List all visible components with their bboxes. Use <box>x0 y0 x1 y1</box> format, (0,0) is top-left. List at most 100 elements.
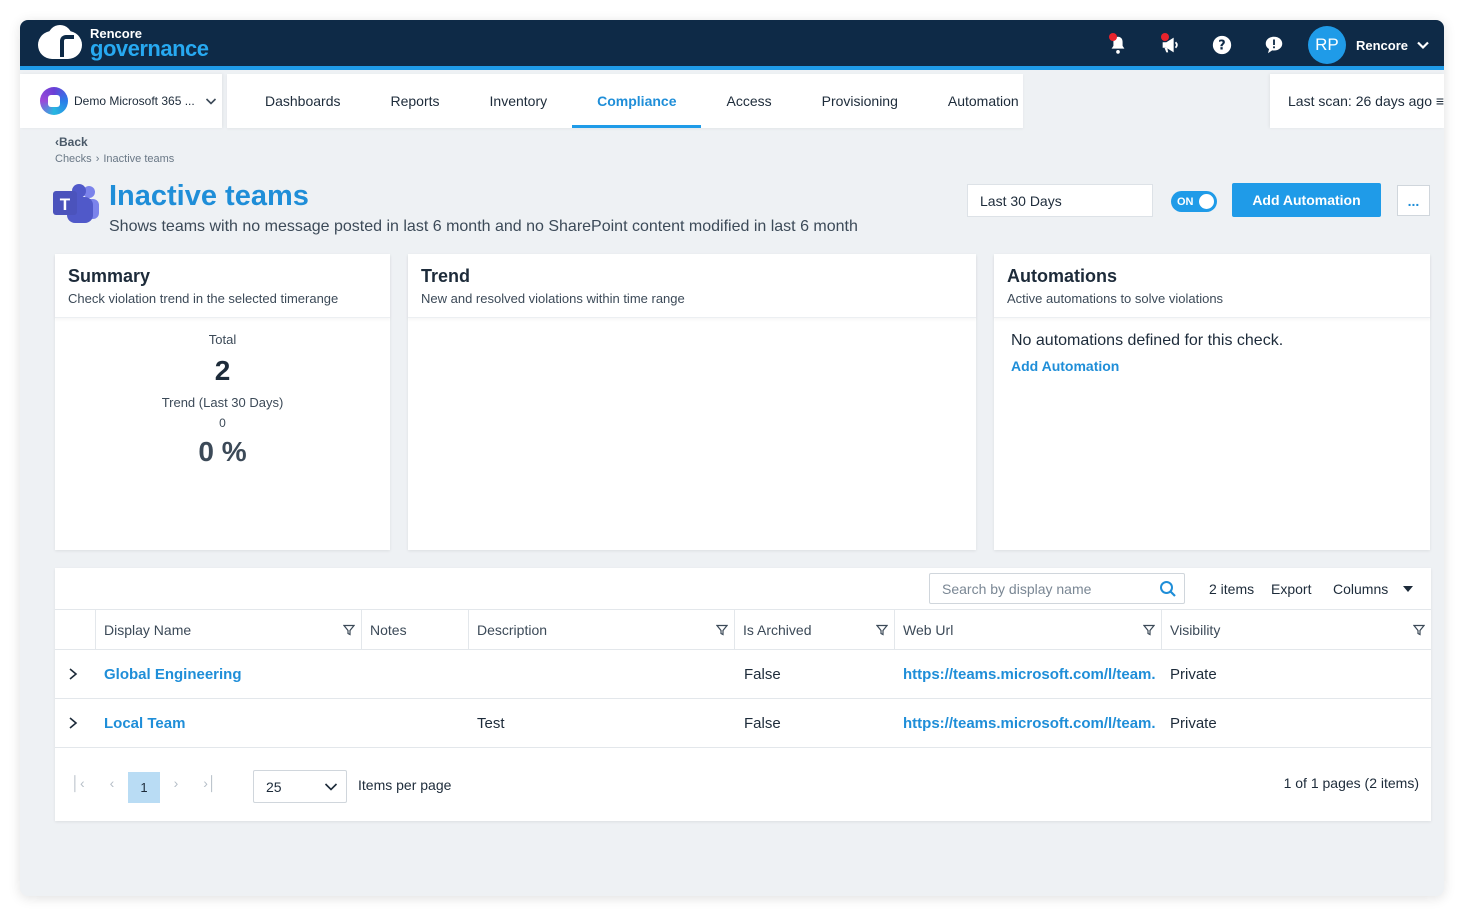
column-label: Display Name <box>104 622 192 638</box>
main-tabs: Dashboards Reports Inventory Compliance … <box>227 74 1023 128</box>
chevron-down-icon[interactable] <box>1403 586 1413 592</box>
pagination: │‹ ‹ 1 › ›│ 25 Items per page 1 of 1 pag… <box>55 748 1431 821</box>
filter-icon[interactable] <box>1143 624 1155 636</box>
description-cell: Test <box>477 715 505 732</box>
tab-inventory[interactable]: Inventory <box>465 74 573 128</box>
visibility-cell: Private <box>1170 715 1217 732</box>
column-label: Description <box>477 622 548 638</box>
page-size-select[interactable]: 25 <box>253 770 347 803</box>
summary-card: Summary Check violation trend in the sel… <box>55 254 390 550</box>
display-name-cell[interactable]: Global Engineering <box>104 650 354 699</box>
filter-icon[interactable] <box>716 624 728 636</box>
rencore-logo-icon <box>38 25 86 61</box>
feedback-icon <box>1265 36 1283 54</box>
column-label: Is Archived <box>743 622 812 638</box>
page-size-value: 25 <box>266 778 282 795</box>
chevron-right-icon[interactable] <box>67 716 79 730</box>
table-toolbar: Search by display name 2 items Export Co… <box>55 568 1431 610</box>
notifications-button[interactable] <box>1092 20 1144 70</box>
automations-subtitle: Active automations to solve violations <box>1007 291 1224 306</box>
table-row[interactable]: Local Team Test False https://teams.micr… <box>55 699 1431 748</box>
column-description[interactable]: Description <box>469 610 735 650</box>
tenant-selector[interactable]: Demo Microsoft 365 ... <box>20 74 222 128</box>
expand-column <box>55 610 96 650</box>
notes-cell <box>370 699 460 748</box>
chevron-down-icon <box>205 98 216 105</box>
back-link[interactable]: ‹Back <box>55 135 88 149</box>
tab-access[interactable]: Access <box>701 74 796 128</box>
chevron-right-icon[interactable] <box>67 667 79 681</box>
first-page-button[interactable]: │‹ <box>68 773 88 793</box>
check-enabled-toggle[interactable]: ON <box>1171 191 1217 212</box>
column-display-name[interactable]: Display Name <box>96 610 362 650</box>
automations-title: Automations <box>1007 266 1117 286</box>
toggle-knob <box>1199 194 1214 209</box>
summary-subtitle: Check violation trend in the selected ti… <box>68 291 339 306</box>
tab-automation[interactable]: Automation <box>923 74 1044 128</box>
column-label: Web Url <box>903 622 954 638</box>
columns-button[interactable]: Columns <box>1333 581 1388 597</box>
column-web-url[interactable]: Web Url <box>895 610 1162 650</box>
help-button[interactable]: ? <box>1196 20 1248 70</box>
announcement-dot <box>1160 33 1169 41</box>
svg-text:?: ? <box>1218 39 1225 54</box>
visibility-cell: Private <box>1170 666 1217 683</box>
export-button[interactable]: Export <box>1271 581 1311 597</box>
next-page-button[interactable]: › <box>166 773 186 793</box>
last-scan-label: Last scan: <box>1288 93 1352 109</box>
page-title: Inactive teams <box>109 180 309 212</box>
trend-value: 0 <box>219 416 226 430</box>
chevron-down-icon <box>324 783 338 791</box>
column-visibility[interactable]: Visibility <box>1162 610 1431 650</box>
tab-reports[interactable]: Reports <box>366 74 465 128</box>
back-label: Back <box>59 135 88 149</box>
violations-table-panel: Search by display name 2 items Export Co… <box>55 568 1431 821</box>
avatar[interactable]: RP <box>1307 26 1346 64</box>
more-actions-button[interactable]: ... <box>1397 185 1430 216</box>
breadcrumb-checks[interactable]: Checks <box>55 153 92 165</box>
last-scan-value: 26 days ago <box>1355 93 1433 109</box>
nav-bar: Demo Microsoft 365 ... Dashboards Report… <box>20 74 1444 130</box>
tab-provisioning[interactable]: Provisioning <box>797 74 923 128</box>
trend-label: Trend (Last 30 Days) <box>161 395 284 410</box>
display-name-cell[interactable]: Local Team <box>104 699 354 748</box>
feedback-button[interactable] <box>1248 20 1300 70</box>
app-window: Rencore governance ? RP Rencore Demo Mic… <box>20 20 1444 896</box>
tab-dashboards[interactable]: Dashboards <box>240 74 366 128</box>
add-automation-button[interactable]: Add Automation <box>1232 183 1381 217</box>
last-page-button[interactable]: ›│ <box>200 773 220 793</box>
last-scan: Last scan: 26 days ago ≡ <box>1270 74 1444 128</box>
filter-icon[interactable] <box>876 624 888 636</box>
notes-cell <box>370 650 460 699</box>
column-label: Notes <box>370 622 407 638</box>
search-input[interactable]: Search by display name <box>929 573 1185 604</box>
column-notes[interactable]: Notes <box>362 610 469 650</box>
column-label: Visibility <box>1170 622 1221 638</box>
time-range-select[interactable]: Last 30 Days <box>967 184 1153 217</box>
page-subtitle: Shows teams with no message posted in la… <box>109 218 858 235</box>
table-row[interactable]: Global Engineering False https://teams.m… <box>55 650 1431 699</box>
web-url-cell[interactable]: https://teams.microsoft.com/l/team... <box>903 650 1155 699</box>
toggle-label: ON <box>1177 195 1194 208</box>
announcements-button[interactable] <box>1144 20 1196 70</box>
column-is-archived[interactable]: Is Archived <box>735 610 895 650</box>
filter-icon[interactable] <box>1413 624 1425 636</box>
search-icon[interactable] <box>1159 580 1177 598</box>
top-bar: Rencore governance ? RP Rencore <box>20 20 1444 70</box>
web-url-cell[interactable]: https://teams.microsoft.com/l/team... <box>903 699 1155 748</box>
help-icon: ? <box>1212 35 1232 55</box>
current-page-button[interactable]: 1 <box>128 772 160 803</box>
trend-percent: 0 % <box>198 436 247 467</box>
breadcrumb: Checks › Inactive teams <box>55 153 175 165</box>
user-name[interactable]: Rencore <box>1356 38 1408 53</box>
tab-compliance[interactable]: Compliance <box>572 74 702 128</box>
add-automation-link[interactable]: Add Automation <box>1011 358 1413 374</box>
filter-icon[interactable] <box>343 624 355 636</box>
table-header: Display Name Notes Description Is Archiv… <box>55 610 1431 650</box>
prev-page-button[interactable]: ‹ <box>102 773 122 793</box>
chevron-down-icon[interactable] <box>1416 38 1430 52</box>
is-archived-cell: False <box>744 715 781 732</box>
breadcrumb-current: Inactive teams <box>103 153 175 165</box>
app-logo[interactable]: Rencore governance <box>38 25 209 61</box>
automations-card: Automations Active automations to solve … <box>994 254 1430 550</box>
